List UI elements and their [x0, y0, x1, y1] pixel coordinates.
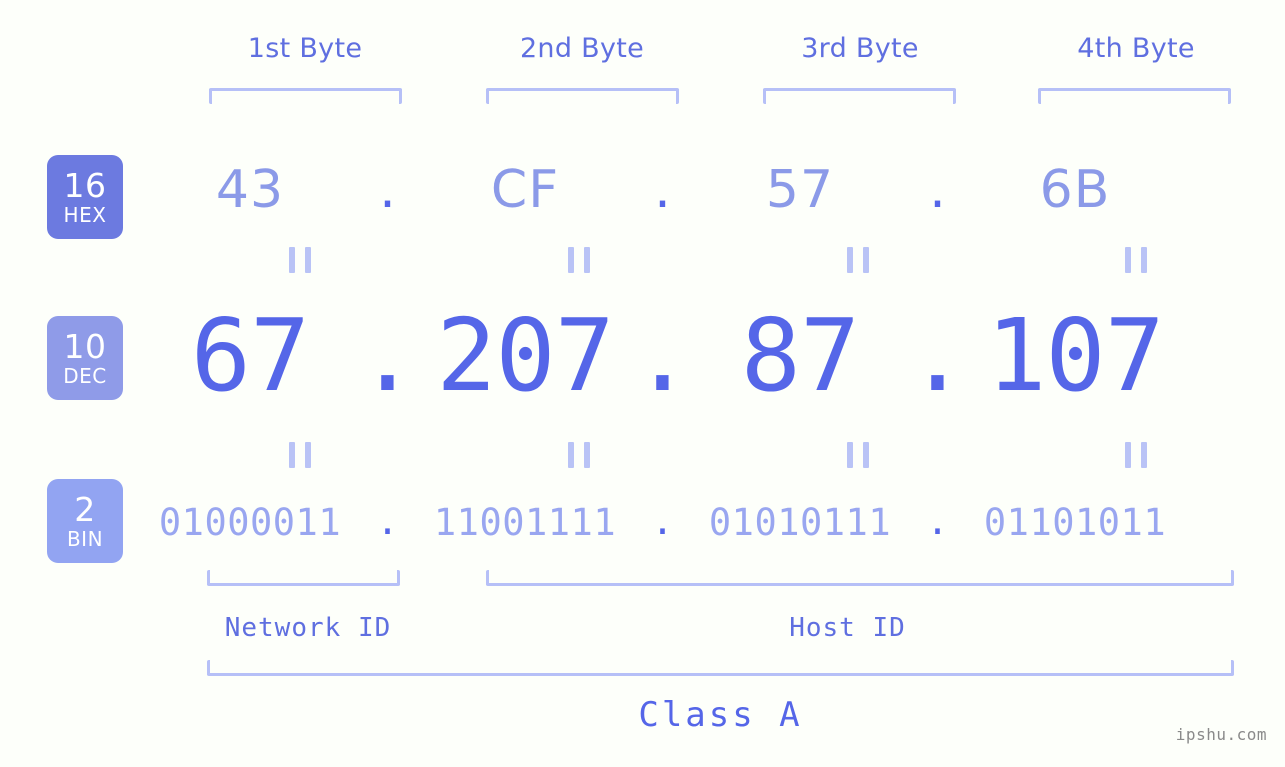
- base-badge-dec-number: 10: [63, 327, 107, 366]
- host-id-bracket: [486, 570, 1234, 586]
- hex-separator-2: .: [654, 159, 671, 220]
- hex-byte-4: 6B: [1039, 160, 1111, 220]
- bin-byte-3: 01010111: [708, 500, 892, 544]
- equals-mark-hex-dec-3: [847, 247, 869, 273]
- byte-bracket-4: [1038, 88, 1231, 104]
- ip-breakdown-diagram: 1st Byte 2nd Byte 3rd Byte 4th Byte 16 H…: [0, 0, 1285, 767]
- bin-separator-2: .: [651, 499, 674, 543]
- dec-byte-3: 87: [740, 296, 860, 414]
- equals-mark-dec-bin-4: [1125, 442, 1147, 468]
- dec-separator-2: .: [632, 296, 693, 414]
- bin-byte-1: 01000011: [158, 500, 342, 544]
- dec-byte-2: 207: [436, 296, 615, 414]
- base-badge-hex-label: HEX: [63, 203, 107, 227]
- dec-separator-1: .: [357, 296, 418, 414]
- equals-mark-dec-bin-3: [847, 442, 869, 468]
- hex-byte-3: 57: [765, 160, 835, 220]
- equals-mark-hex-dec-1: [289, 247, 311, 273]
- byte-header-label-2: 2nd Byte: [519, 33, 645, 64]
- dec-value-row: 67 . 207 . 87 . 107: [150, 296, 1250, 414]
- base-badge-hex-number: 16: [63, 166, 107, 205]
- base-badge-bin: 2 BIN: [47, 479, 123, 563]
- equals-mark-hex-dec-4: [1125, 247, 1147, 273]
- base-badge-bin-label: BIN: [66, 527, 104, 551]
- equals-mark-hex-dec-2: [568, 247, 590, 273]
- equals-mark-dec-bin-2: [568, 442, 590, 468]
- dec-separator-3: .: [907, 296, 968, 414]
- base-badge-hex: 16 HEX: [47, 155, 123, 239]
- base-badge-dec-label: DEC: [63, 364, 107, 388]
- network-id-label: Network ID: [224, 613, 392, 643]
- dec-byte-4: 107: [986, 296, 1165, 414]
- byte-header-label-3: 3rd Byte: [801, 33, 919, 64]
- class-bracket: [207, 660, 1234, 676]
- hex-separator-3: .: [929, 159, 946, 220]
- base-badge-dec: 10 DEC: [47, 316, 123, 400]
- class-label: Class A: [638, 695, 803, 735]
- byte-bracket-3: [763, 88, 956, 104]
- byte-header-label-1: 1st Byte: [247, 33, 363, 64]
- hex-byte-1: 43: [215, 160, 285, 220]
- host-id-label: Host ID: [789, 613, 906, 643]
- hex-byte-2: CF: [490, 160, 560, 220]
- network-id-bracket: [207, 570, 400, 586]
- dec-byte-1: 67: [190, 296, 310, 414]
- bin-separator-1: .: [376, 499, 399, 543]
- byte-bracket-1: [209, 88, 402, 104]
- bin-byte-4: 01101011: [983, 500, 1167, 544]
- byte-header-label-4: 4th Byte: [1077, 33, 1195, 64]
- site-watermark: ipshu.com: [1175, 725, 1267, 744]
- base-badge-bin-number: 2: [74, 490, 96, 529]
- byte-bracket-2: [486, 88, 679, 104]
- hex-value-row: 43 . CF . 57 . 6B: [150, 155, 1250, 225]
- bin-value-row: 01000011 . 11001111 . 01010111 . 0110101…: [150, 492, 1250, 552]
- bin-separator-3: .: [926, 499, 949, 543]
- hex-separator-1: .: [379, 159, 396, 220]
- bin-byte-2: 11001111: [433, 500, 617, 544]
- equals-mark-dec-bin-1: [289, 442, 311, 468]
